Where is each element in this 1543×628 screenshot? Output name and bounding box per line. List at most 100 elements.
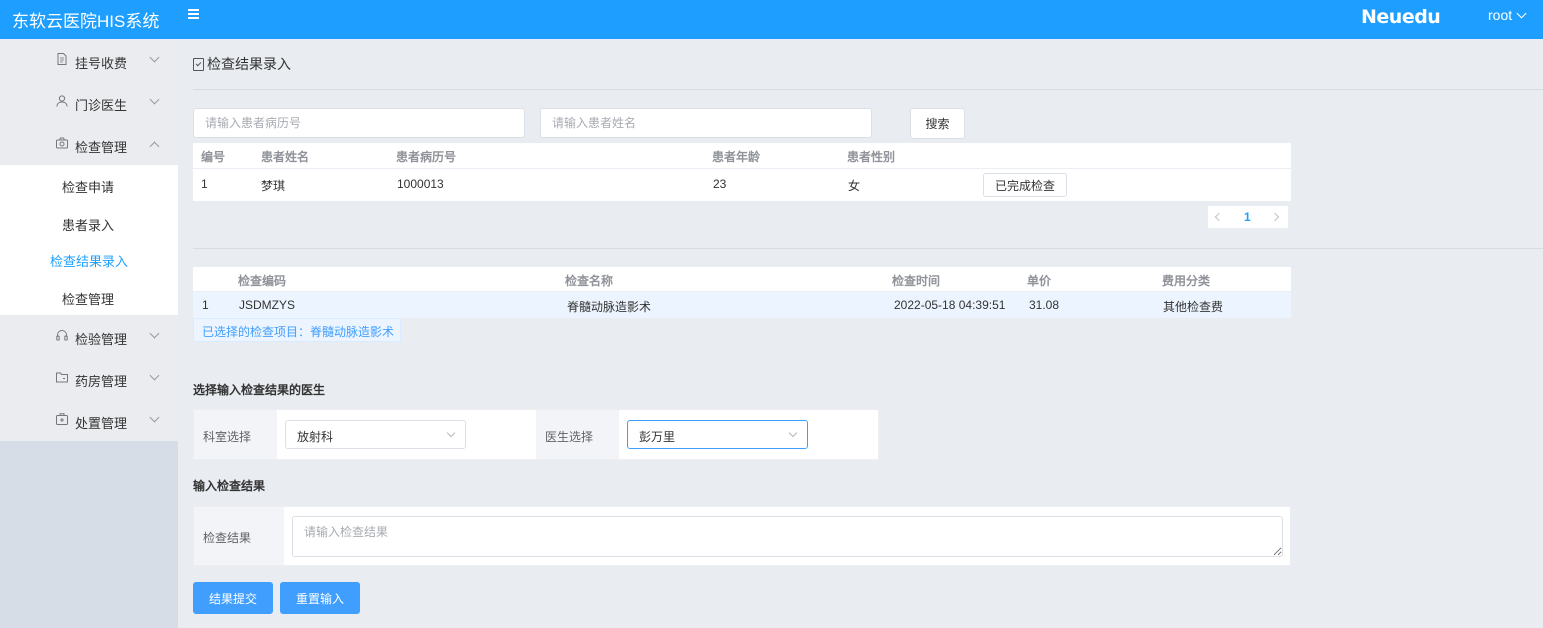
exam-completed-button[interactable]: 已完成检查: [983, 173, 1067, 197]
headset-icon: [56, 330, 68, 341]
sidebar-item-outpatient-doctor[interactable]: 门诊医生: [0, 81, 178, 123]
divider: [193, 89, 1543, 90]
sidebar-item-label: 药房管理: [75, 374, 128, 389]
divider: [193, 248, 1543, 249]
page-title-text: 检查结果录入: [207, 56, 291, 72]
column-header: 检查编码: [238, 274, 287, 288]
column-header: 患者病历号: [396, 150, 457, 164]
patient-name-search-input[interactable]: [540, 108, 872, 138]
sidebar: 挂号收费 门诊医生 检查管理 检查申请 患者录入 检查结果录入 检查管理 检验管…: [0, 39, 178, 628]
doctor-select[interactable]: 彭万里: [627, 420, 808, 449]
column-header: 编号: [201, 150, 226, 164]
doctor-label: 医生选择: [545, 430, 594, 444]
user-icon: [56, 95, 68, 107]
cell-gender: 女: [848, 179, 861, 193]
cell-exam-name: 脊髓动脉造影术: [567, 300, 652, 314]
exam-result-textarea[interactable]: [292, 516, 1283, 557]
sidebar-submenu: 检查申请 患者录入 检查结果录入 检查管理: [0, 165, 178, 315]
column-header: 患者性别: [847, 150, 896, 164]
pagination: 1: [1208, 206, 1288, 228]
sidebar-item-label: 挂号收费: [75, 56, 128, 71]
submenu-item-label: 检查结果录入: [50, 254, 129, 269]
chevron-down-icon: [149, 94, 160, 105]
cell-time: 2022-05-18 04:39:51: [894, 298, 1006, 312]
chevron-down-icon: [149, 370, 160, 381]
table-row[interactable]: 1 JSDMZYS 脊髓动脉造影术 2022-05-18 04:39:51 31…: [193, 292, 1291, 318]
sidebar-item-registration[interactable]: 挂号收费: [0, 39, 178, 81]
cell-record: 1000013: [397, 177, 444, 191]
top-bar: 东软云医院HIS系统 Neuedu root: [0, 0, 1543, 39]
column-header: 检查名称: [565, 274, 614, 288]
doctor-label-cell: 医生选择: [536, 410, 619, 459]
record-number-search-input[interactable]: [193, 108, 525, 138]
table-header: 编号 患者姓名 患者病历号 患者年龄 患者性别: [193, 143, 1291, 169]
doctor-section-title: 选择输入检查结果的医生: [193, 383, 326, 397]
department-label: 科室选择: [203, 430, 252, 444]
column-header: 检查时间: [892, 274, 941, 288]
department-label-cell: 科室选择: [194, 410, 277, 459]
search-button[interactable]: 搜索: [910, 108, 965, 139]
chevron-right-icon[interactable]: [1270, 212, 1280, 222]
sidebar-item-label: 检验管理: [75, 332, 128, 347]
cell-age: 23: [713, 177, 727, 191]
submenu-item-exam-management[interactable]: 检查管理: [0, 277, 178, 315]
submenu-item-label: 检查申请: [62, 180, 115, 195]
chevron-up-icon: [149, 141, 160, 152]
medical-box-icon: [56, 413, 68, 425]
chevron-left-icon[interactable]: [1214, 212, 1224, 222]
user-name: root: [1488, 7, 1513, 23]
department-selected-value: 放射科: [297, 430, 334, 444]
column-header: 费用分类: [1162, 274, 1211, 288]
chevron-down-icon: [446, 428, 456, 438]
cell-index: 1: [202, 298, 209, 312]
folder-icon: [56, 372, 68, 383]
result-label: 检查结果: [203, 531, 252, 545]
sidebar-item-label: 检查管理: [75, 140, 128, 155]
submit-result-button[interactable]: 结果提交: [193, 582, 273, 614]
menu-toggle-icon[interactable]: [185, 6, 203, 24]
reset-input-button[interactable]: 重置输入: [280, 582, 360, 614]
doctor-select-form: 科室选择 放射科 医生选择 彭万里: [193, 409, 879, 460]
brand-logo: Neuedu: [1361, 6, 1441, 28]
table-row[interactable]: 1 梦琪 1000013 23 女 已完成检查: [193, 169, 1291, 201]
chevron-down-icon: [1516, 8, 1527, 19]
submenu-item-patient-entry[interactable]: 患者录入: [0, 203, 178, 241]
chevron-down-icon: [788, 428, 798, 438]
user-menu[interactable]: root: [1488, 7, 1527, 23]
sidebar-item-label: 门诊医生: [75, 98, 128, 113]
cell-id: 1: [201, 177, 208, 191]
sidebar-item-treatment-management[interactable]: 处置管理: [0, 399, 178, 441]
submenu-item-label: 检查管理: [62, 292, 115, 307]
sidebar-item-label: 处置管理: [75, 416, 128, 431]
document-icon: [57, 53, 67, 65]
column-header: 患者年龄: [712, 150, 761, 164]
page-number[interactable]: 1: [1244, 210, 1251, 224]
selected-exam-tag: 已选择的检查项目：脊髓动脉造影术: [193, 318, 401, 342]
sidebar-item-exam-management[interactable]: 检查管理: [0, 123, 178, 165]
cell-code: JSDMZYS: [239, 298, 296, 312]
column-header: 单价: [1027, 274, 1052, 288]
camera-icon: [56, 137, 68, 149]
app-title: 东软云医院HIS系统: [12, 12, 160, 31]
column-header: 患者姓名: [261, 150, 310, 164]
submenu-item-exam-request[interactable]: 检查申请: [0, 165, 178, 203]
chevron-down-icon: [149, 328, 160, 339]
result-section-title: 输入检查结果: [193, 479, 266, 493]
cell-category: 其他检查费: [1163, 300, 1224, 314]
chevron-down-icon: [149, 52, 160, 63]
result-label-cell: 检查结果: [194, 507, 284, 565]
table-header: 检查编码 检查名称 检查时间 单价 费用分类: [193, 267, 1291, 292]
sidebar-item-pharmacy-management[interactable]: 药房管理: [0, 357, 178, 399]
exam-table: 检查编码 检查名称 检查时间 单价 费用分类 1 JSDMZYS 脊髓动脉造影术…: [193, 267, 1291, 318]
chevron-down-icon: [149, 412, 160, 423]
checklist-icon: [193, 58, 204, 71]
submenu-item-label: 患者录入: [62, 218, 115, 233]
department-select[interactable]: 放射科: [285, 420, 466, 449]
doctor-selected-value: 彭万里: [639, 430, 676, 444]
patient-table: 编号 患者姓名 患者病历号 患者年龄 患者性别 1 梦琪 1000013 23 …: [193, 143, 1291, 201]
page-title: 检查结果录入: [193, 54, 291, 74]
submenu-item-exam-result-entry[interactable]: 检查结果录入: [0, 239, 178, 277]
cell-price: 31.08: [1029, 298, 1060, 312]
cell-name: 梦琪: [261, 179, 286, 193]
sidebar-item-lab-management[interactable]: 检验管理: [0, 315, 178, 357]
